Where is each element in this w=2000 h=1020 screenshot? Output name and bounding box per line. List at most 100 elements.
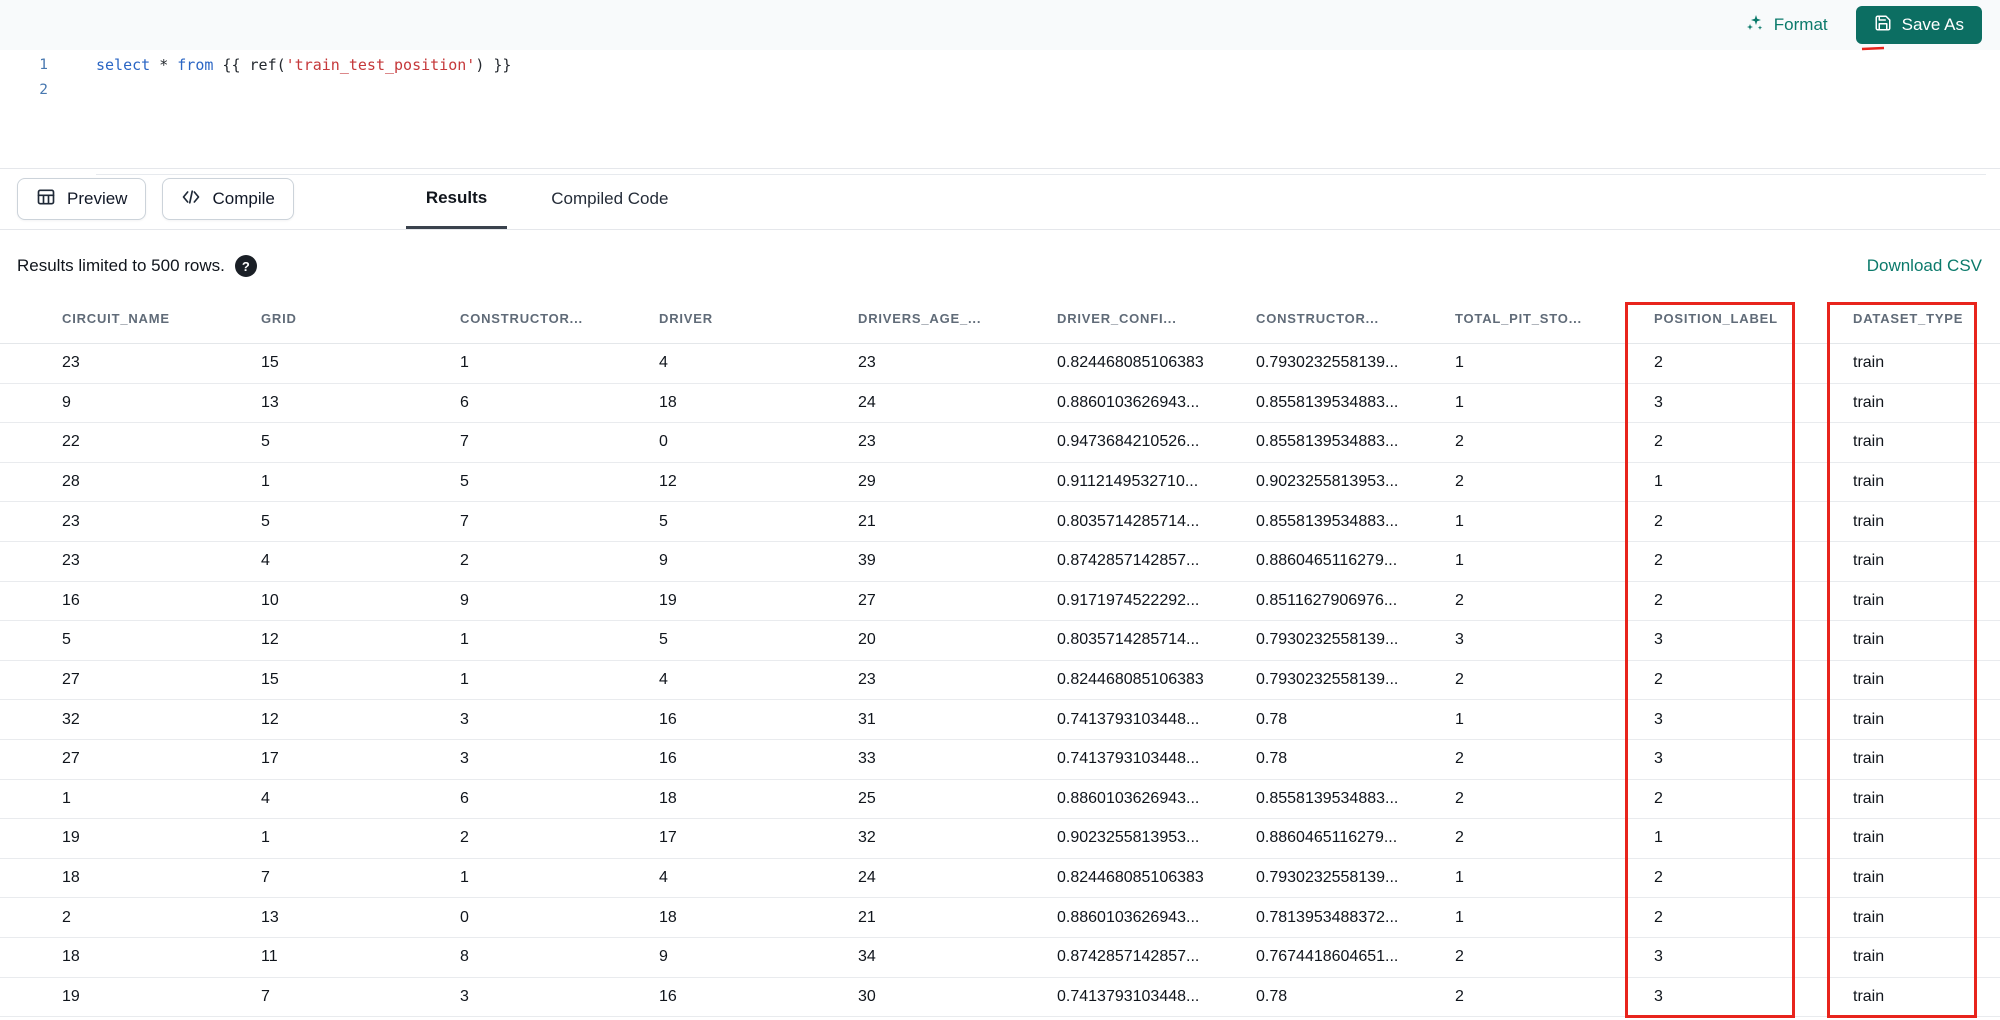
table-cell: 0.7930232558139... [1256, 869, 1399, 887]
table-cell: 0.9171974522292... [1057, 591, 1200, 609]
table-cell: 32 [858, 829, 876, 847]
table-cell: 2 [1455, 433, 1464, 451]
table-cell: 3 [1654, 948, 1663, 966]
table-cell: 0.7930232558139... [1256, 631, 1399, 649]
save-as-button[interactable]: Save As [1855, 6, 1982, 44]
table-cell: 0.8742857142857... [1057, 948, 1200, 966]
table-cell: 32 [62, 710, 80, 728]
table-cell: train [1853, 829, 1885, 847]
table-icon [36, 187, 56, 212]
table-cell: 2 [1654, 512, 1663, 530]
table-cell: 0.8558139534883... [1256, 393, 1399, 411]
table-cell: 2 [1455, 591, 1464, 609]
table-cell: 5 [261, 433, 270, 451]
table-cell: 0.824468085106383 [1057, 869, 1204, 887]
tab-results[interactable]: Results [405, 169, 508, 229]
table-cell: 0.8860465116279... [1256, 829, 1398, 847]
download-csv-link[interactable]: Download CSV [1867, 256, 1982, 276]
table-cell: 8 [460, 948, 469, 966]
column-header[interactable]: CONSTRUCTOR... [1256, 311, 1455, 326]
table-cell: 18 [659, 789, 677, 807]
column-header[interactable]: TOTAL_PIT_STO... [1455, 311, 1654, 326]
table-cell: 6 [460, 393, 469, 411]
table-cell: train [1853, 987, 1885, 1005]
table-cell: 0 [659, 433, 668, 451]
table-cell: train [1853, 869, 1885, 887]
compile-button[interactable]: Compile [162, 178, 294, 220]
table-cell: 3 [460, 750, 469, 768]
column-header[interactable]: GRID [261, 311, 460, 326]
preview-label: Preview [67, 189, 128, 208]
column-header[interactable]: DRIVERS_AGE_... [858, 311, 1057, 326]
table-cell: 23 [62, 354, 80, 372]
table-row: 32 12 3 16 31 0.7413793103448... 0.78 1 … [0, 700, 2000, 740]
table-cell: 2 [1654, 789, 1663, 807]
column-header[interactable]: CONSTRUCTOR... [460, 311, 659, 326]
table-cell: 27 [62, 750, 80, 768]
table-cell: 20 [858, 631, 876, 649]
table-cell: train [1853, 750, 1885, 768]
table-cell: train [1853, 552, 1885, 570]
column-header[interactable]: DRIVER_CONFI... [1057, 311, 1256, 326]
table-cell: 3 [1654, 631, 1663, 649]
table-cell: 2 [1455, 987, 1464, 1005]
table-cell: 34 [858, 948, 876, 966]
table-cell: 33 [858, 750, 876, 768]
table-cell: 13 [261, 393, 279, 411]
table-cell: 1 [460, 671, 469, 689]
table-cell: train [1853, 354, 1885, 372]
table-cell: 0.8558139534883... [1256, 433, 1399, 451]
table-cell: 0.8860103626943... [1057, 393, 1200, 411]
line-number: 1 [39, 56, 48, 73]
table-cell: 6 [460, 789, 469, 807]
table-row: 27 15 1 4 23 0.824468085106383 0.7930232… [0, 661, 2000, 701]
table-cell: 0.9023255813953... [1057, 829, 1200, 847]
table-cell: 0.8860465116279... [1256, 552, 1398, 570]
table-cell: 16 [659, 710, 677, 728]
sql-editor[interactable]: 1 select * from {{ ref('train_test_posit… [0, 52, 2000, 175]
help-icon[interactable]: ? [234, 255, 257, 277]
table-cell: 18 [659, 393, 677, 411]
table-cell: 16 [62, 591, 80, 609]
table-cell: 4 [261, 552, 270, 570]
table-cell: 1 [1455, 908, 1464, 926]
results-tabs: Results Compiled Code [405, 169, 689, 229]
results-table: CIRCUIT_NAME GRID CONSTRUCTOR... DRIVER … [0, 294, 2000, 1018]
ref-call: ref( [249, 55, 286, 74]
table-cell: train [1853, 393, 1885, 411]
preview-button[interactable]: Preview [17, 178, 147, 220]
table-row: 23 15 1 4 23 0.824468085106383 0.7930232… [0, 344, 2000, 384]
table-cell: 23 [858, 671, 876, 689]
table-cell: 15 [261, 671, 279, 689]
actions-row: Preview Compile Results Compiled Code [0, 169, 2000, 229]
table-cell: 13 [261, 908, 279, 926]
table-cell: 23 [62, 512, 80, 530]
table-cell: 4 [261, 789, 270, 807]
column-header[interactable]: DATASET_TYPE [1853, 311, 2000, 326]
table-cell: 7 [460, 512, 469, 530]
table-cell: 2 [1455, 789, 1464, 807]
save-as-label: Save As [1901, 15, 1964, 34]
table-cell: 18 [62, 869, 80, 887]
table-cell: 1 [1455, 393, 1464, 411]
column-header[interactable]: DRIVER [659, 311, 858, 326]
table-cell: 17 [659, 829, 677, 847]
tab-compiled-code-label: Compiled Code [551, 189, 669, 208]
table-cell: 0.8511627906976... [1256, 591, 1398, 609]
table-cell: 1 [1654, 829, 1663, 847]
format-button[interactable]: Format [1745, 13, 1828, 38]
table-cell: 3 [1455, 631, 1464, 649]
table-cell: 4 [659, 671, 668, 689]
code-icon [181, 187, 201, 212]
table-cell: 28 [62, 473, 80, 491]
table-cell: 1 [1455, 869, 1464, 887]
table-cell: 2 [1455, 829, 1464, 847]
table-header-row: CIRCUIT_NAME GRID CONSTRUCTOR... DRIVER … [0, 294, 2000, 344]
tab-compiled-code[interactable]: Compiled Code [531, 169, 688, 229]
table-cell: 7 [460, 433, 469, 451]
column-header[interactable]: CIRCUIT_NAME [62, 311, 261, 326]
column-header[interactable]: POSITION_LABEL [1654, 311, 1853, 326]
table-cell: 1 [460, 631, 469, 649]
table-cell: 19 [62, 829, 80, 847]
sparkles-icon [1745, 13, 1765, 38]
